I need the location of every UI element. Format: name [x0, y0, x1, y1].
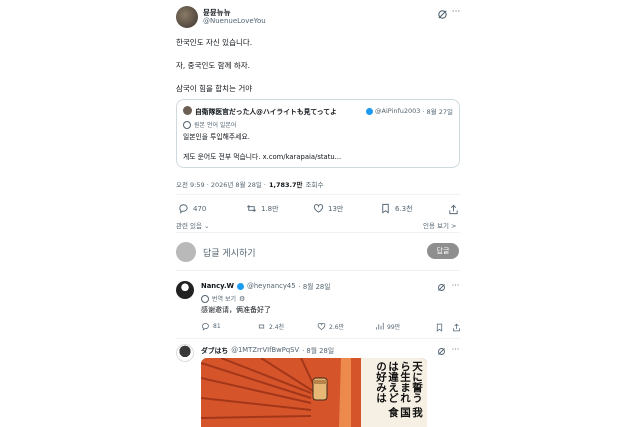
reply1-avatar[interactable] — [176, 281, 194, 299]
share-icon — [452, 323, 460, 331]
reply2-avatar[interactable] — [176, 344, 194, 362]
reply1-views-button[interactable]: 99만 — [375, 322, 400, 331]
reply-submit-button[interactable]: 답글 — [427, 243, 459, 259]
settings-icon[interactable]: ⚙ — [239, 295, 245, 303]
reply1-like-button[interactable]: 2.6만 — [317, 322, 344, 331]
post-text-line-1: 한국인도 자신 있습니다. — [176, 38, 253, 47]
reply2-image[interactable]: 天に誓う 我ら生まれ 国は違えど 食の好みは — [201, 358, 427, 427]
reply-count: 470 — [193, 204, 207, 213]
share-button[interactable] — [447, 203, 459, 215]
reply1-grok-icon[interactable] — [436, 282, 447, 293]
reply1-display-name[interactable]: Nancy.W — [201, 282, 234, 290]
reply2-handle[interactable]: @1MTZrrVIfBwPqSV — [231, 346, 299, 354]
views-icon — [376, 322, 384, 330]
quoted-display-name: 自衛隊医官だった人@ハイライトも見てってよ — [195, 108, 337, 116]
quoted-translation-note: 원본 언어 일본어 — [194, 122, 237, 129]
repost-icon — [258, 324, 265, 329]
grok-icon[interactable] — [436, 8, 448, 20]
repost-count: 1.8만 — [261, 204, 279, 213]
reply1-repost-count: 2.4천 — [269, 324, 285, 331]
translate-icon — [201, 294, 209, 303]
quoted-text-1: 일본인을 투입해주세요. — [183, 133, 250, 141]
reply-input[interactable]: 답글 게시하기 — [203, 246, 256, 259]
reply1-text: 感谢邀请，俩准备好了 — [201, 306, 271, 314]
repost-icon — [247, 205, 256, 212]
reply1-like-count: 2.6만 — [329, 324, 345, 331]
post-timestamp[interactable]: 오전 9:59 · 2026년 8월 28일 · — [176, 179, 266, 189]
reply1-bookmark-button[interactable] — [434, 322, 444, 332]
reply1-share-button[interactable] — [451, 322, 461, 332]
post-text-line-3: 삼국이 힘을 합치는 거야 — [176, 84, 253, 93]
repost-button[interactable]: 1.8만 — [246, 203, 279, 214]
main-handle[interactable]: @NuenueLoveYou — [203, 17, 266, 25]
quoted-text-2: 게도 운어도 전부 먹습니다. x.com/karapaia/statu... — [183, 153, 342, 161]
reply-button[interactable]: 470 — [178, 203, 206, 214]
reply1-handle[interactable]: @heynancy45 — [247, 282, 296, 290]
reply2-date: · 8월 28일 — [302, 347, 335, 355]
heart-icon — [313, 204, 324, 213]
post-text-line-2: 자, 중국인도 함께 하자. — [176, 61, 251, 70]
translate-icon — [183, 120, 191, 129]
bookmark-button[interactable]: 6.3천 — [380, 203, 413, 214]
heart-icon — [317, 322, 326, 330]
verified-badge-icon — [366, 107, 373, 115]
quote-reposts-link[interactable]: 인용 보기 > — [423, 220, 457, 230]
bookmark-count: 6.3천 — [395, 204, 413, 213]
share-icon — [448, 204, 458, 214]
reply1-reply-button[interactable]: 81 — [201, 322, 221, 331]
quoted-date: · 8월 27일 — [422, 108, 453, 116]
main-avatar[interactable] — [176, 6, 198, 28]
reply1-date: · 8월 28일 — [298, 283, 331, 291]
bookmark-icon — [382, 203, 389, 214]
quoted-avatar — [183, 106, 192, 115]
reply1-more-icon[interactable]: ··· — [450, 280, 461, 291]
manga-caption: 天に誓う 我ら生まれ 国は違えど 食の好みは — [375, 361, 423, 418]
related-dropdown[interactable]: 관련 있음 ⌄ — [176, 220, 210, 230]
composer-avatar — [176, 242, 196, 262]
views-count: 1,783.7만 — [268, 181, 303, 189]
like-button[interactable]: 13만 — [313, 203, 343, 214]
quoted-handle: @AiPinfu2003 — [375, 107, 421, 115]
reply-submit-label: 답글 — [436, 247, 450, 255]
reply2-display-name[interactable]: ダブはち — [201, 345, 228, 355]
views-label: 조회수 — [305, 181, 324, 189]
reply1-repost-button[interactable]: 2.4천 — [257, 322, 284, 331]
reply1-views-count: 99만 — [387, 324, 401, 331]
reply1-translate-link[interactable]: 번역 보기 — [212, 294, 236, 303]
reply1-reply-count: 81 — [213, 323, 221, 330]
verified-badge-icon — [237, 282, 245, 290]
like-count: 13만 — [328, 204, 344, 213]
reply-icon — [179, 204, 188, 214]
reply2-more-icon[interactable]: ··· — [450, 344, 461, 355]
more-options-icon[interactable]: ··· — [450, 6, 462, 18]
reply2-grok-icon[interactable] — [436, 346, 447, 357]
reply-icon — [202, 323, 209, 331]
bookmark-icon — [436, 323, 442, 332]
